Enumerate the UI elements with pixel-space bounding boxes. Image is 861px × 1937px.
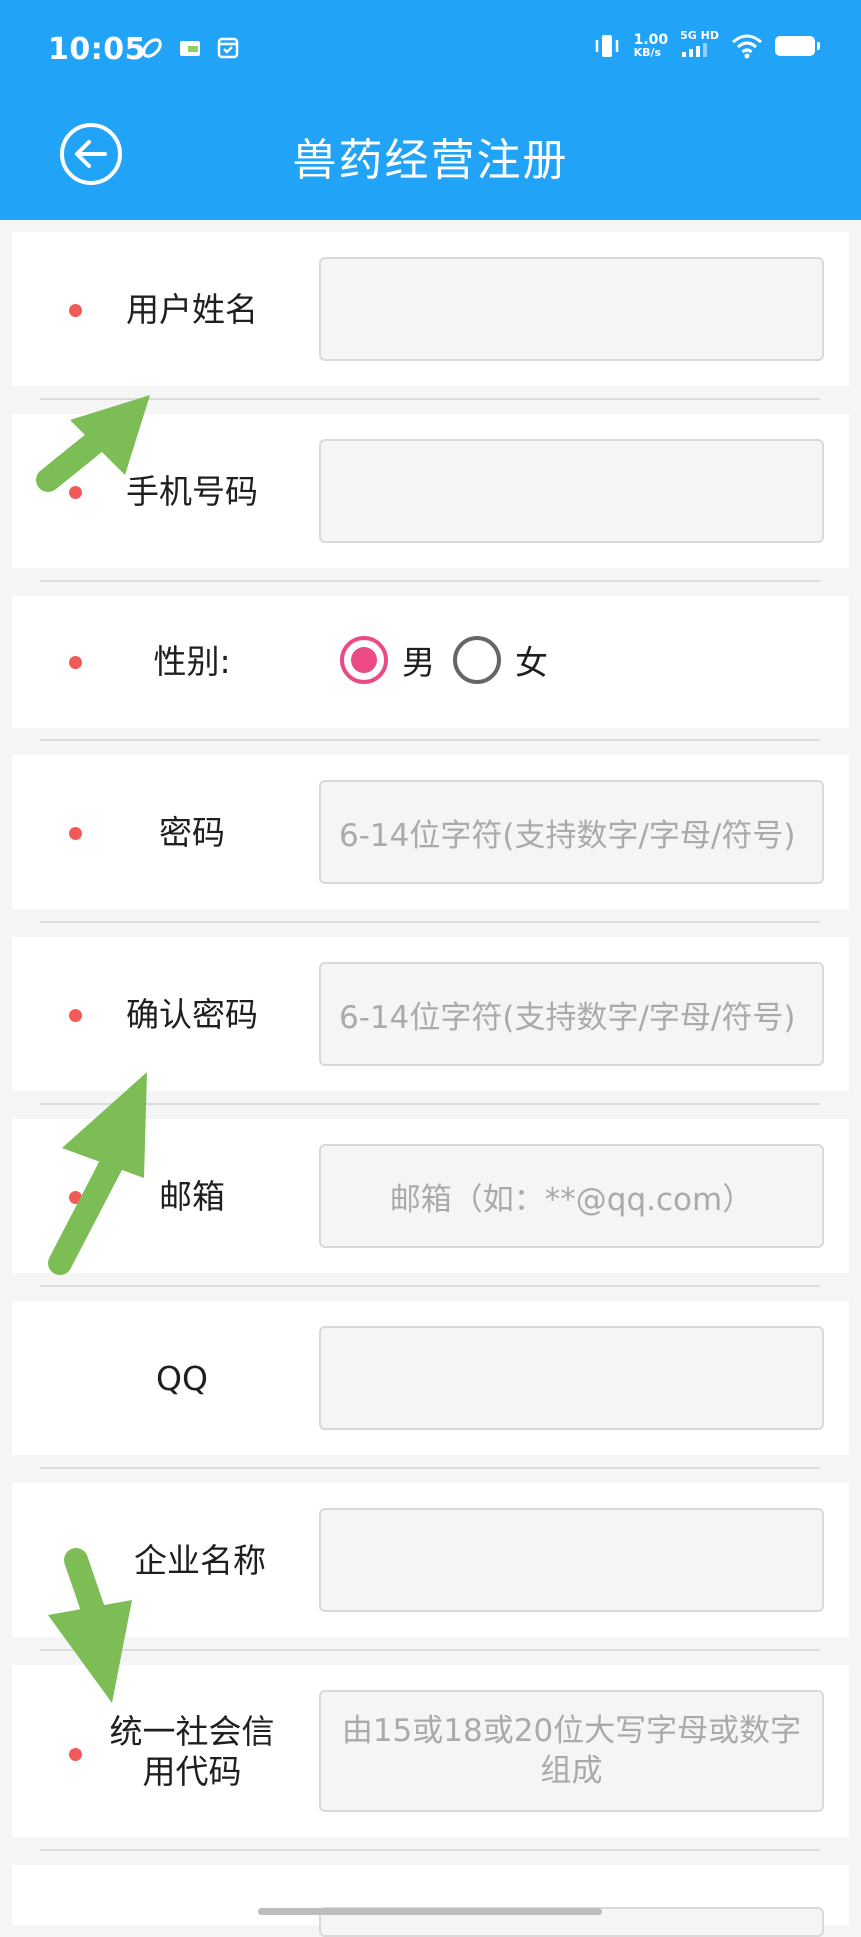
signal-group: 5G HD	[680, 30, 719, 61]
divider	[40, 1649, 820, 1651]
gender-radio-group: 男 女	[340, 636, 566, 684]
gender-female-label[interactable]: 女	[515, 636, 548, 684]
annotation-arrow-icon	[48, 1548, 132, 1703]
form-row-next	[12, 1865, 849, 1937]
gender-female-radio[interactable]	[453, 636, 501, 684]
gender-male-radio[interactable]	[340, 636, 388, 684]
company-input[interactable]	[319, 1508, 824, 1612]
net-speed-unit: KB/s	[633, 45, 662, 59]
battery-icon	[775, 35, 820, 56]
status-time: 10:05	[48, 32, 146, 67]
annotation-arrow-icon	[36, 395, 150, 492]
password-placeholder: 6-14位字符(支持数字/字母/符号)	[339, 817, 796, 854]
form-row-password: 密码 6-14位字符(支持数字/字母/符号)	[12, 755, 849, 909]
app-bar: 兽药经营注册	[0, 100, 861, 220]
gender-male-label[interactable]: 男	[402, 636, 435, 684]
home-indicator[interactable]	[258, 1908, 602, 1915]
divider	[40, 739, 820, 741]
confirm-password-input[interactable]: 6-14位字符(支持数字/字母/符号)	[319, 962, 824, 1066]
required-indicator	[69, 1009, 82, 1022]
wifi-icon	[732, 34, 762, 58]
net-speed-value: 1.00	[633, 31, 669, 48]
calendar-check-icon	[217, 37, 239, 59]
annotation-arrow-icon	[48, 1072, 147, 1275]
label-gender: 性别:	[153, 642, 231, 681]
status-left-icons	[140, 36, 240, 60]
required-indicator	[69, 1748, 82, 1761]
label-qq: QQ	[156, 1359, 208, 1398]
divider	[40, 1849, 820, 1851]
sync-icon	[142, 38, 162, 58]
email-input[interactable]: 邮箱（如：**@qq.com）	[319, 1144, 824, 1248]
label-confirm-password: 确认密码	[126, 995, 258, 1034]
divider	[40, 921, 820, 923]
form-row-gender: 性别: 男 女	[12, 596, 849, 728]
form-row-qq: QQ	[12, 1301, 849, 1455]
label-username: 用户姓名	[126, 290, 258, 329]
credit-code-input[interactable]: 由15或18或20位大写字母或数字组成	[319, 1690, 824, 1812]
network-type: 5G HD	[680, 29, 719, 42]
phone-input[interactable]	[319, 439, 824, 543]
divider	[40, 580, 820, 582]
signal-icon	[682, 43, 708, 57]
label-credit-code: 统一社会信用代码	[109, 1712, 275, 1791]
username-input[interactable]	[319, 257, 824, 361]
qq-input[interactable]	[319, 1326, 824, 1430]
divider	[40, 1285, 820, 1287]
net-speed: 1.00 KB/s	[634, 33, 669, 59]
wallet-icon	[180, 41, 200, 56]
email-placeholder: 邮箱（如：**@qq.com）	[389, 1181, 754, 1218]
required-indicator	[69, 304, 82, 317]
password-input[interactable]: 6-14位字符(支持数字/字母/符号)	[319, 780, 824, 884]
divider	[40, 1467, 820, 1469]
form-row-username: 用户姓名	[12, 232, 849, 386]
required-indicator	[69, 827, 82, 840]
page-title: 兽药经营注册	[292, 135, 569, 186]
vibrate-icon	[595, 34, 618, 57]
required-indicator	[69, 656, 82, 669]
confirm-password-placeholder: 6-14位字符(支持数字/字母/符号)	[339, 999, 796, 1036]
status-bar: 10:05 1.00 KB/s 5G HD	[0, 0, 861, 100]
label-password: 密码	[159, 813, 225, 852]
credit-code-placeholder: 由15或18或20位大写字母或数字组成	[341, 1713, 802, 1789]
status-right-icons: 1.00 KB/s 5G HD	[592, 30, 820, 61]
